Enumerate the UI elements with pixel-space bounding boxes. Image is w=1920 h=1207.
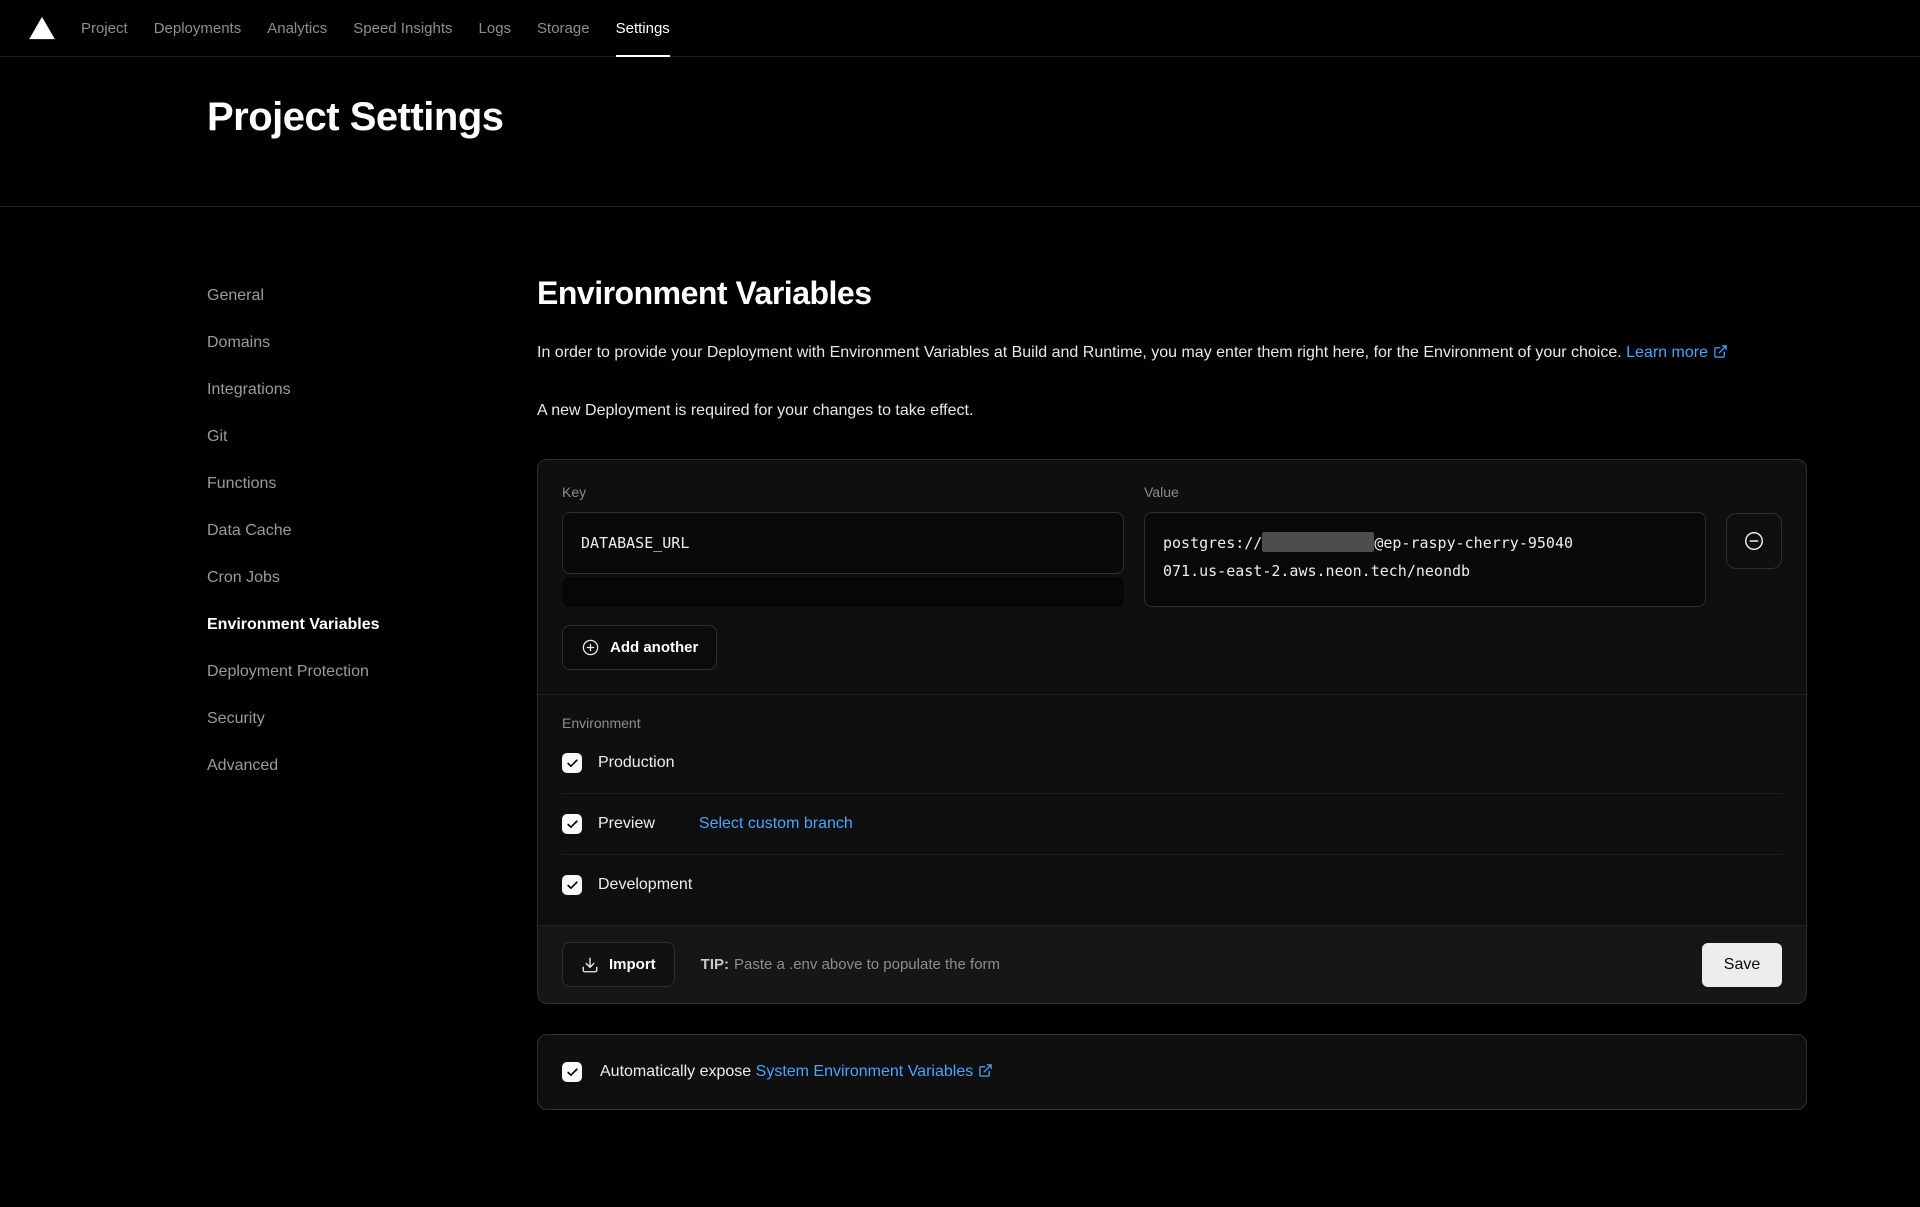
section-description: In order to provide your Deployment with… <box>537 337 1807 369</box>
preview-label: Preview <box>598 815 655 833</box>
redeploy-note: A new Deployment is required for your ch… <box>537 399 1807 423</box>
download-icon <box>581 956 599 974</box>
production-checkbox[interactable] <box>562 753 582 773</box>
key-input[interactable]: DATABASE_URL <box>562 512 1124 574</box>
value-label: Value <box>1144 484 1706 500</box>
key-input-extension[interactable] <box>562 577 1124 607</box>
system-env-vars-link[interactable]: System Environment Variables <box>756 1063 994 1080</box>
settings-sidebar: General Domains Integrations Git Functio… <box>207 207 537 1110</box>
value-column: Value postgres:// @ep-raspy-cherry-95040 0… <box>1144 484 1706 607</box>
development-checkbox[interactable] <box>562 875 582 895</box>
sidebar-item-deployment-protection[interactable]: Deployment Protection <box>207 663 537 710</box>
redacted-secret <box>1262 532 1374 552</box>
expose-card: Automatically expose System Environment … <box>537 1034 1807 1110</box>
add-another-label: Add another <box>610 639 698 656</box>
circle-minus-icon <box>1743 530 1765 552</box>
value-input[interactable]: postgres:// @ep-raspy-cherry-95040 071.us-… <box>1144 512 1706 607</box>
key-label: Key <box>562 484 1124 500</box>
description-text: In order to provide your Deployment with… <box>537 344 1622 361</box>
production-label: Production <box>598 754 675 772</box>
content-area: General Domains Integrations Git Functio… <box>0 207 1920 1110</box>
nav-tab-settings[interactable]: Settings <box>603 0 683 56</box>
nav-tab-speed-insights[interactable]: Speed Insights <box>340 0 465 56</box>
env-row-development: Development <box>562 855 1782 915</box>
nav-tab-logs[interactable]: Logs <box>466 0 525 56</box>
value-host-part2: 071.us-east-2.aws.neon.tech/neondb <box>1163 557 1687 585</box>
env-row-production: Production <box>562 733 1782 794</box>
nav-tab-project[interactable]: Project <box>68 0 141 56</box>
external-link-icon <box>1713 344 1728 359</box>
remove-row-column <box>1726 484 1782 607</box>
section-heading: Environment Variables <box>537 273 1807 313</box>
key-column: Key DATABASE_URL <box>562 484 1124 607</box>
value-prefix: postgres:// <box>1163 534 1262 552</box>
env-row-preview: Preview Select custom branch <box>562 794 1782 855</box>
nav-tab-storage[interactable]: Storage <box>524 0 603 56</box>
preview-checkbox[interactable] <box>562 814 582 834</box>
save-button[interactable]: Save <box>1702 943 1782 987</box>
sidebar-item-integrations[interactable]: Integrations <box>207 381 537 428</box>
import-button[interactable]: Import <box>562 942 675 987</box>
auto-expose-label: Automatically expose <box>600 1063 751 1080</box>
environment-label: Environment <box>562 715 641 731</box>
page-title: Project Settings <box>0 57 1920 147</box>
top-nav: Project Deployments Analytics Speed Insi… <box>0 0 1920 57</box>
circle-plus-icon <box>581 638 600 657</box>
learn-more-link[interactable]: Learn more <box>1626 344 1728 361</box>
sidebar-item-domains[interactable]: Domains <box>207 334 537 381</box>
select-custom-branch-link[interactable]: Select custom branch <box>699 815 853 833</box>
nav-tab-analytics[interactable]: Analytics <box>254 0 340 56</box>
env-var-card: Key DATABASE_URL Value postgres:// @ep-ra… <box>537 459 1807 1004</box>
page-header: Project Settings <box>0 57 1920 207</box>
add-another-button[interactable]: Add another <box>562 625 717 670</box>
value-host-part1: @ep-raspy-cherry-95040 <box>1374 534 1573 552</box>
vercel-logo-icon[interactable] <box>28 0 56 56</box>
external-link-icon <box>978 1063 993 1078</box>
remove-row-button[interactable] <box>1726 513 1782 569</box>
card-footer: Import TIP: Paste a .env above to populat… <box>538 925 1806 1003</box>
sidebar-item-data-cache[interactable]: Data Cache <box>207 522 537 569</box>
sidebar-item-git[interactable]: Git <box>207 428 537 475</box>
sidebar-item-cron-jobs[interactable]: Cron Jobs <box>207 569 537 616</box>
tip-body: Paste a .env above to populate the form <box>734 956 1000 973</box>
learn-more-label: Learn more <box>1626 344 1708 361</box>
environment-section: Environment Production Preview Select cu… <box>538 694 1806 925</box>
sidebar-item-functions[interactable]: Functions <box>207 475 537 522</box>
tip-text: TIP: Paste a .env above to populate the f… <box>701 956 1000 973</box>
import-label: Import <box>609 956 656 973</box>
tip-prefix: TIP: <box>701 956 729 973</box>
sidebar-item-advanced[interactable]: Advanced <box>207 757 537 804</box>
key-value-row: Key DATABASE_URL Value postgres:// @ep-ra… <box>562 484 1782 607</box>
development-label: Development <box>598 876 692 894</box>
auto-expose-text: Automatically expose System Environment … <box>600 1063 993 1081</box>
main-panel: Environment Variables In order to provid… <box>537 207 1807 1110</box>
nav-tab-deployments[interactable]: Deployments <box>141 0 255 56</box>
system-env-vars-label: System Environment Variables <box>756 1063 974 1080</box>
sidebar-item-general[interactable]: General <box>207 287 537 334</box>
env-var-form: Key DATABASE_URL Value postgres:// @ep-ra… <box>538 460 1806 694</box>
auto-expose-checkbox[interactable] <box>562 1062 582 1082</box>
sidebar-item-environment-variables[interactable]: Environment Variables <box>207 616 537 663</box>
sidebar-item-security[interactable]: Security <box>207 710 537 757</box>
